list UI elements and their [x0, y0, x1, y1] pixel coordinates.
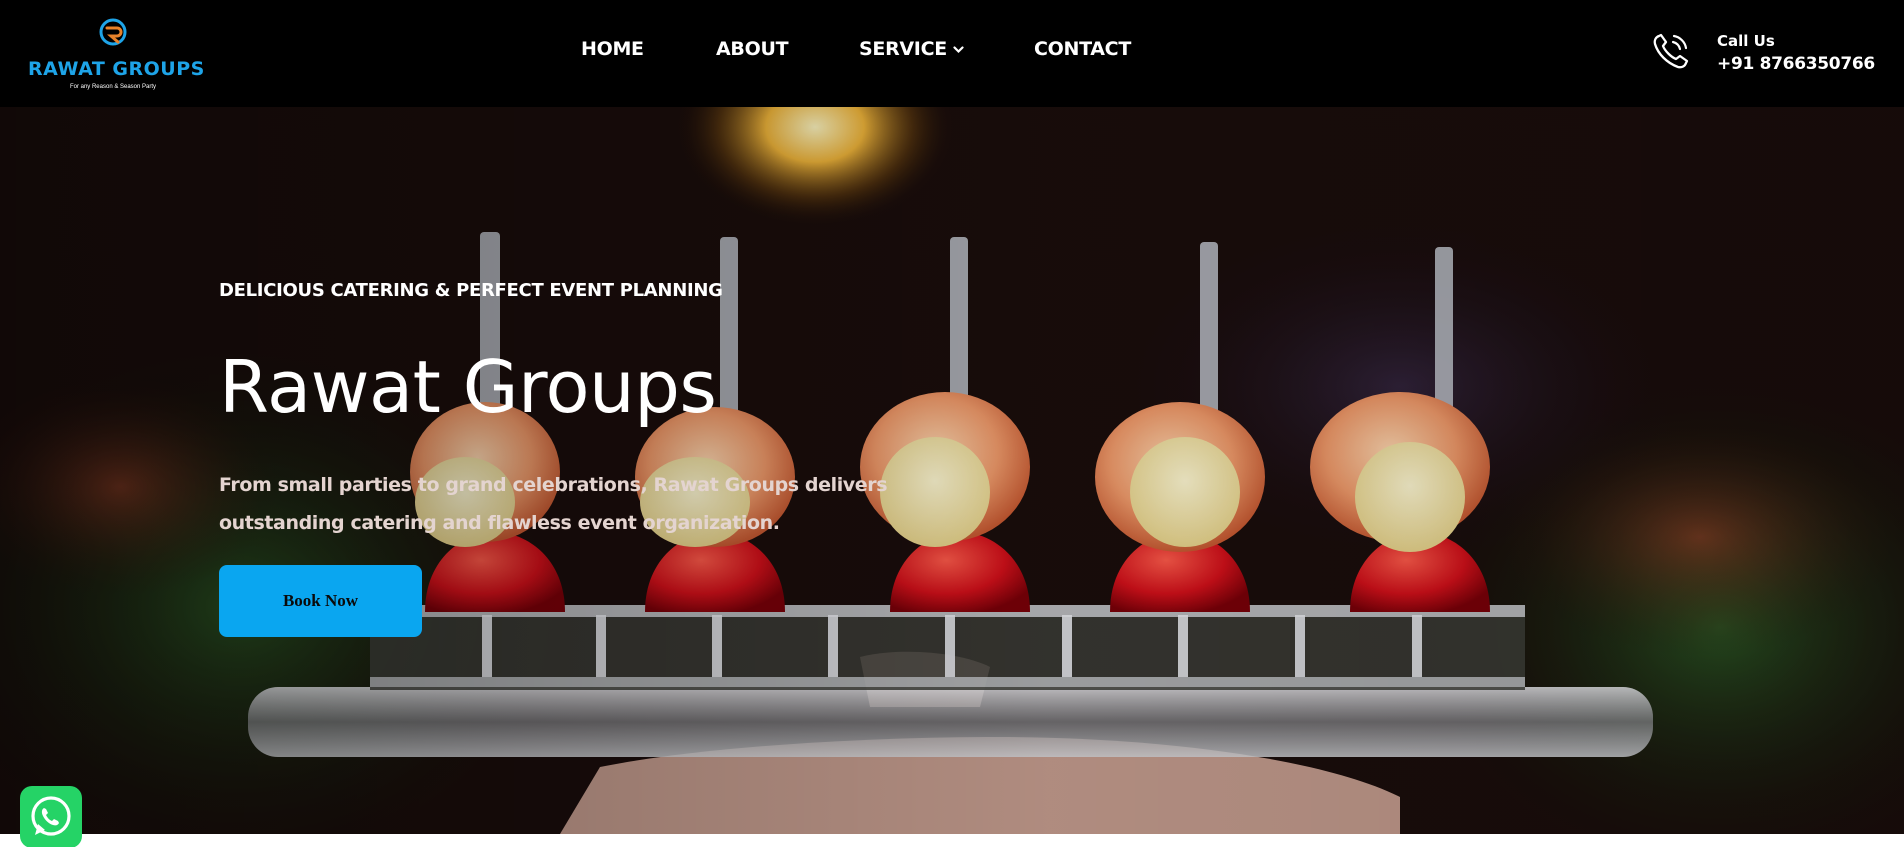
hero-content: DELICIOUS CATERING & PERFECT EVENT PLANN… [219, 107, 1119, 834]
logo-mark-icon [99, 18, 127, 46]
nav-service-label: SERVICE [859, 38, 947, 60]
chevron-down-icon [953, 45, 964, 53]
hero-title: Rawat Groups [219, 345, 717, 429]
hero-description: From small parties to grand celebrations… [219, 474, 888, 534]
hero-section: DELICIOUS CATERING & PERFECT EVENT PLANN… [0, 107, 1904, 834]
nav-about-label: ABOUT [716, 38, 789, 60]
whatsapp-icon [20, 786, 82, 847]
nav-home-label: HOME [581, 38, 644, 60]
nav-about[interactable]: ABOUT [716, 38, 789, 60]
call-number[interactable]: +91 8766350766 [1717, 54, 1875, 74]
logo-tagline: For any Reason & Season Party [69, 84, 157, 90]
book-now-button[interactable]: Book Now [219, 565, 422, 637]
nav-service[interactable]: SERVICE [859, 38, 964, 60]
logo[interactable]: RAWAT GROUPS For any Reason & Season Par… [28, 16, 205, 96]
call-label: Call Us [1717, 32, 1775, 50]
logo-text: RAWAT GROUPS [28, 58, 205, 80]
hero-eyebrow: DELICIOUS CATERING & PERFECT EVENT PLANN… [219, 280, 723, 301]
nav-home[interactable]: HOME [581, 38, 644, 60]
nav-contact-label: CONTACT [1034, 38, 1131, 60]
nav-contact[interactable]: CONTACT [1034, 38, 1131, 60]
phone-icon [1653, 33, 1689, 69]
site-header: RAWAT GROUPS For any Reason & Season Par… [0, 0, 1904, 107]
whatsapp-button[interactable] [20, 786, 82, 847]
call-us[interactable]: Call Us +91 8766350766 [1650, 30, 1890, 80]
